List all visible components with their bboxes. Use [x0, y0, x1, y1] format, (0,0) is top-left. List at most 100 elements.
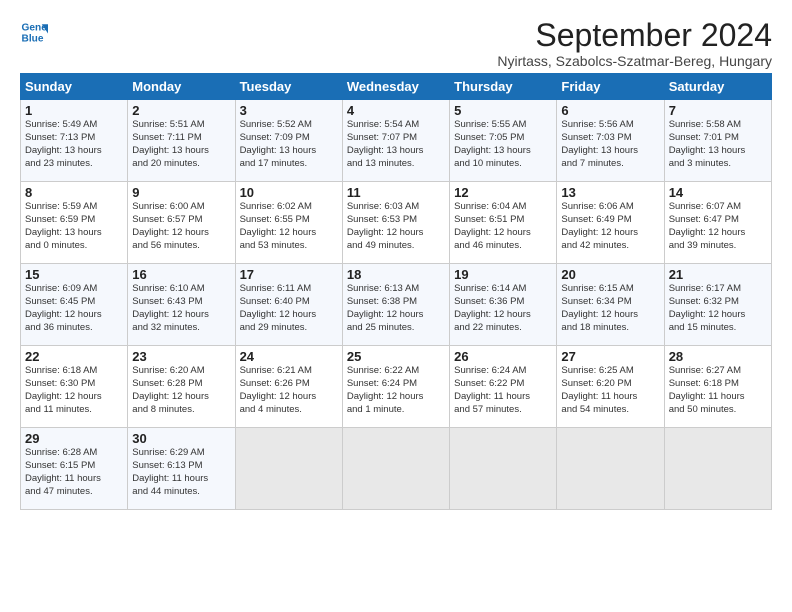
- day-number: 14: [669, 185, 767, 200]
- calendar-cell: 2Sunrise: 5:51 AM Sunset: 7:11 PM Daylig…: [128, 100, 235, 182]
- day-data: Sunrise: 6:22 AM Sunset: 6:24 PM Dayligh…: [347, 365, 445, 416]
- day-data: Sunrise: 6:06 AM Sunset: 6:49 PM Dayligh…: [561, 201, 659, 252]
- day-number: 11: [347, 185, 445, 200]
- day-number: 20: [561, 267, 659, 282]
- calendar-cell: 3Sunrise: 5:52 AM Sunset: 7:09 PM Daylig…: [235, 100, 342, 182]
- day-number: 19: [454, 267, 552, 282]
- day-data: Sunrise: 6:13 AM Sunset: 6:38 PM Dayligh…: [347, 283, 445, 334]
- weekday-header-sunday: Sunday: [21, 74, 128, 100]
- calendar-cell: 16Sunrise: 6:10 AM Sunset: 6:43 PM Dayli…: [128, 264, 235, 346]
- day-data: Sunrise: 6:21 AM Sunset: 6:26 PM Dayligh…: [240, 365, 338, 416]
- day-number: 26: [454, 349, 552, 364]
- day-number: 18: [347, 267, 445, 282]
- day-data: Sunrise: 5:51 AM Sunset: 7:11 PM Dayligh…: [132, 119, 230, 170]
- calendar-cell: 20Sunrise: 6:15 AM Sunset: 6:34 PM Dayli…: [557, 264, 664, 346]
- day-data: Sunrise: 6:29 AM Sunset: 6:13 PM Dayligh…: [132, 447, 230, 498]
- day-data: Sunrise: 6:28 AM Sunset: 6:15 PM Dayligh…: [25, 447, 123, 498]
- day-number: 15: [25, 267, 123, 282]
- day-data: Sunrise: 6:25 AM Sunset: 6:20 PM Dayligh…: [561, 365, 659, 416]
- day-data: Sunrise: 6:00 AM Sunset: 6:57 PM Dayligh…: [132, 201, 230, 252]
- calendar-row: 22Sunrise: 6:18 AM Sunset: 6:30 PM Dayli…: [21, 346, 772, 428]
- day-number: 2: [132, 103, 230, 118]
- calendar-cell: 28Sunrise: 6:27 AM Sunset: 6:18 PM Dayli…: [664, 346, 771, 428]
- day-data: Sunrise: 6:18 AM Sunset: 6:30 PM Dayligh…: [25, 365, 123, 416]
- calendar-row: 15Sunrise: 6:09 AM Sunset: 6:45 PM Dayli…: [21, 264, 772, 346]
- day-data: Sunrise: 6:02 AM Sunset: 6:55 PM Dayligh…: [240, 201, 338, 252]
- day-data: Sunrise: 6:15 AM Sunset: 6:34 PM Dayligh…: [561, 283, 659, 334]
- day-number: 3: [240, 103, 338, 118]
- calendar-cell: 13Sunrise: 6:06 AM Sunset: 6:49 PM Dayli…: [557, 182, 664, 264]
- day-data: Sunrise: 6:20 AM Sunset: 6:28 PM Dayligh…: [132, 365, 230, 416]
- calendar-cell: 18Sunrise: 6:13 AM Sunset: 6:38 PM Dayli…: [342, 264, 449, 346]
- calendar-cell: 26Sunrise: 6:24 AM Sunset: 6:22 PM Dayli…: [450, 346, 557, 428]
- calendar-cell: 7Sunrise: 5:58 AM Sunset: 7:01 PM Daylig…: [664, 100, 771, 182]
- day-data: Sunrise: 6:11 AM Sunset: 6:40 PM Dayligh…: [240, 283, 338, 334]
- day-data: Sunrise: 5:56 AM Sunset: 7:03 PM Dayligh…: [561, 119, 659, 170]
- day-number: 17: [240, 267, 338, 282]
- svg-text:Blue: Blue: [22, 33, 44, 44]
- day-data: Sunrise: 6:10 AM Sunset: 6:43 PM Dayligh…: [132, 283, 230, 334]
- calendar-cell: 22Sunrise: 6:18 AM Sunset: 6:30 PM Dayli…: [21, 346, 128, 428]
- calendar-cell: 6Sunrise: 5:56 AM Sunset: 7:03 PM Daylig…: [557, 100, 664, 182]
- day-number: 6: [561, 103, 659, 118]
- calendar-cell: 25Sunrise: 6:22 AM Sunset: 6:24 PM Dayli…: [342, 346, 449, 428]
- day-number: 13: [561, 185, 659, 200]
- day-number: 22: [25, 349, 123, 364]
- day-number: 21: [669, 267, 767, 282]
- day-data: Sunrise: 5:54 AM Sunset: 7:07 PM Dayligh…: [347, 119, 445, 170]
- weekday-header-thursday: Thursday: [450, 74, 557, 100]
- calendar-cell: 30Sunrise: 6:29 AM Sunset: 6:13 PM Dayli…: [128, 428, 235, 510]
- day-data: Sunrise: 6:04 AM Sunset: 6:51 PM Dayligh…: [454, 201, 552, 252]
- calendar-cell: 10Sunrise: 6:02 AM Sunset: 6:55 PM Dayli…: [235, 182, 342, 264]
- calendar-cell: 4Sunrise: 5:54 AM Sunset: 7:07 PM Daylig…: [342, 100, 449, 182]
- logo-icon: General Blue: [20, 18, 48, 46]
- calendar-cell: [342, 428, 449, 510]
- weekday-header-friday: Friday: [557, 74, 664, 100]
- page: General Blue September 2024 Nyirtass, Sz…: [0, 0, 792, 612]
- calendar-cell: 12Sunrise: 6:04 AM Sunset: 6:51 PM Dayli…: [450, 182, 557, 264]
- calendar-cell: 9Sunrise: 6:00 AM Sunset: 6:57 PM Daylig…: [128, 182, 235, 264]
- day-number: 29: [25, 431, 123, 446]
- calendar-table: SundayMondayTuesdayWednesdayThursdayFrid…: [20, 73, 772, 510]
- day-data: Sunrise: 6:09 AM Sunset: 6:45 PM Dayligh…: [25, 283, 123, 334]
- location: Nyirtass, Szabolcs-Szatmar-Bereg, Hungar…: [497, 53, 772, 69]
- calendar-row: 29Sunrise: 6:28 AM Sunset: 6:15 PM Dayli…: [21, 428, 772, 510]
- day-number: 28: [669, 349, 767, 364]
- day-data: Sunrise: 5:49 AM Sunset: 7:13 PM Dayligh…: [25, 119, 123, 170]
- day-number: 8: [25, 185, 123, 200]
- header: General Blue September 2024 Nyirtass, Sz…: [20, 18, 772, 69]
- weekday-header-monday: Monday: [128, 74, 235, 100]
- day-number: 7: [669, 103, 767, 118]
- day-number: 1: [25, 103, 123, 118]
- calendar-cell: 29Sunrise: 6:28 AM Sunset: 6:15 PM Dayli…: [21, 428, 128, 510]
- calendar-row: 8Sunrise: 5:59 AM Sunset: 6:59 PM Daylig…: [21, 182, 772, 264]
- calendar-cell: [664, 428, 771, 510]
- day-data: Sunrise: 6:03 AM Sunset: 6:53 PM Dayligh…: [347, 201, 445, 252]
- month-title: September 2024: [497, 18, 772, 53]
- day-data: Sunrise: 5:52 AM Sunset: 7:09 PM Dayligh…: [240, 119, 338, 170]
- day-data: Sunrise: 6:27 AM Sunset: 6:18 PM Dayligh…: [669, 365, 767, 416]
- calendar-cell: 23Sunrise: 6:20 AM Sunset: 6:28 PM Dayli…: [128, 346, 235, 428]
- calendar-cell: 21Sunrise: 6:17 AM Sunset: 6:32 PM Dayli…: [664, 264, 771, 346]
- weekday-header-tuesday: Tuesday: [235, 74, 342, 100]
- calendar-cell: [450, 428, 557, 510]
- day-data: Sunrise: 6:07 AM Sunset: 6:47 PM Dayligh…: [669, 201, 767, 252]
- calendar-cell: 14Sunrise: 6:07 AM Sunset: 6:47 PM Dayli…: [664, 182, 771, 264]
- day-data: Sunrise: 6:17 AM Sunset: 6:32 PM Dayligh…: [669, 283, 767, 334]
- day-data: Sunrise: 6:14 AM Sunset: 6:36 PM Dayligh…: [454, 283, 552, 334]
- day-number: 12: [454, 185, 552, 200]
- calendar-cell: 1Sunrise: 5:49 AM Sunset: 7:13 PM Daylig…: [21, 100, 128, 182]
- day-data: Sunrise: 5:55 AM Sunset: 7:05 PM Dayligh…: [454, 119, 552, 170]
- day-number: 16: [132, 267, 230, 282]
- calendar-cell: 19Sunrise: 6:14 AM Sunset: 6:36 PM Dayli…: [450, 264, 557, 346]
- weekday-header-wednesday: Wednesday: [342, 74, 449, 100]
- day-data: Sunrise: 5:58 AM Sunset: 7:01 PM Dayligh…: [669, 119, 767, 170]
- day-number: 23: [132, 349, 230, 364]
- calendar-cell: 5Sunrise: 5:55 AM Sunset: 7:05 PM Daylig…: [450, 100, 557, 182]
- calendar-cell: 27Sunrise: 6:25 AM Sunset: 6:20 PM Dayli…: [557, 346, 664, 428]
- day-data: Sunrise: 6:24 AM Sunset: 6:22 PM Dayligh…: [454, 365, 552, 416]
- day-number: 30: [132, 431, 230, 446]
- day-number: 27: [561, 349, 659, 364]
- day-number: 9: [132, 185, 230, 200]
- day-number: 4: [347, 103, 445, 118]
